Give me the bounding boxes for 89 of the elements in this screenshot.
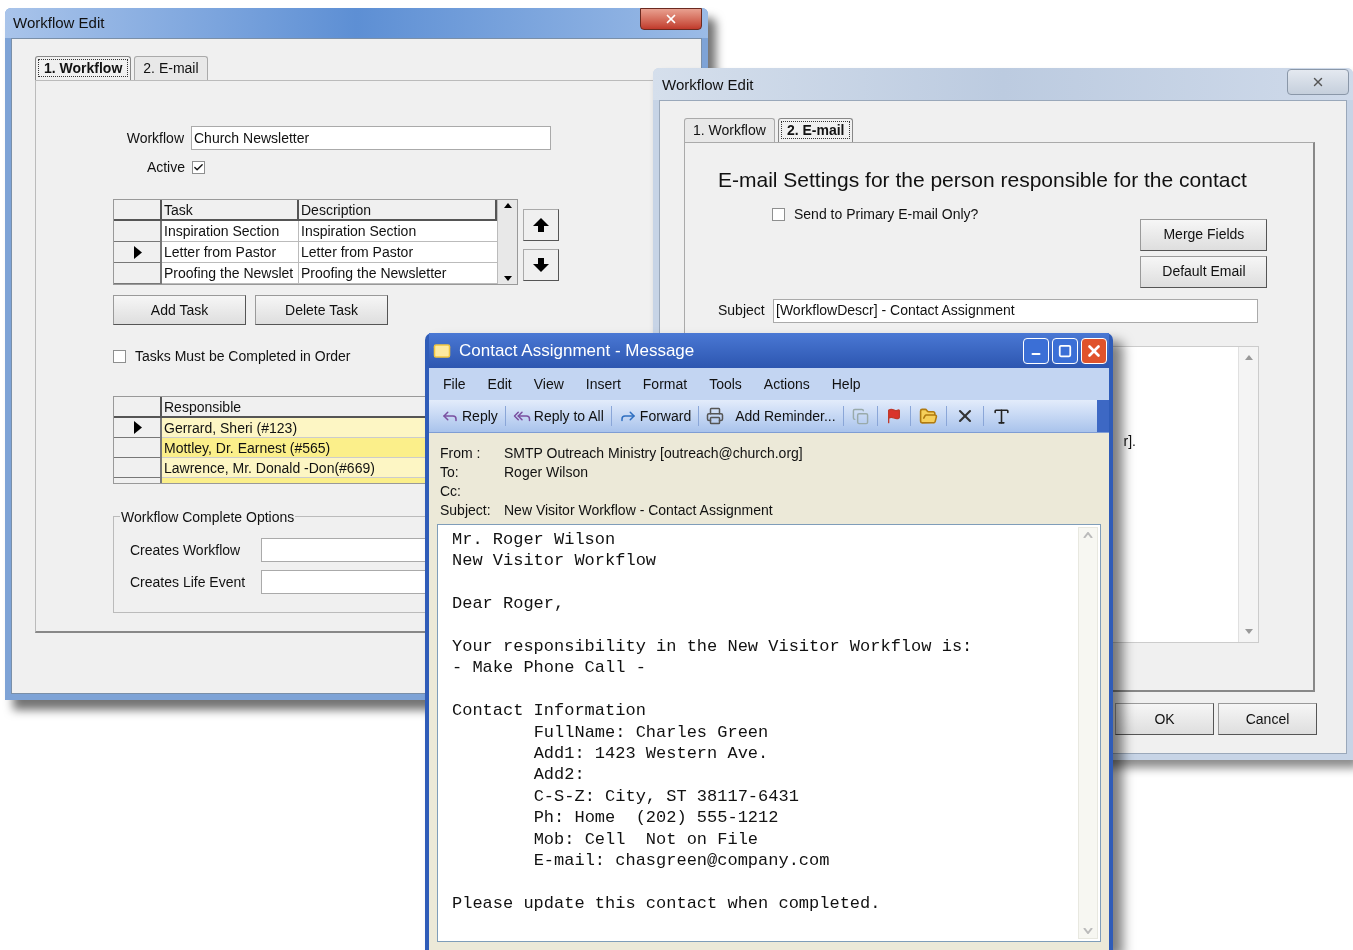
scroll-up-icon (1083, 532, 1093, 538)
folder-icon (918, 406, 938, 426)
copy-icon (851, 407, 869, 425)
scroll-up-icon (503, 203, 512, 208)
table-cell: Inspiration Section (299, 221, 497, 242)
message-line: C-S-Z: City, ST 38117-6431 (532, 785, 799, 808)
font-icon (991, 406, 1011, 426)
menu-item[interactable]: File (443, 373, 466, 395)
arrow-down-icon (532, 257, 550, 273)
message-line: E-mail: chasgreen@company.com (532, 850, 830, 872)
dialog-button[interactable]: Cancel (1218, 703, 1317, 735)
subject-field[interactable]: [WorkflowDescr] - Contact Assignment (773, 298, 1258, 323)
arrow-up-icon (532, 217, 550, 233)
grid-button[interactable]: Delete Task (255, 295, 388, 325)
window-title: Contact Assignment - Message (459, 339, 695, 362)
current-row-icon (132, 245, 142, 259)
check-icon (193, 161, 204, 173)
toolbar-button[interactable]: Add Reminder... (704, 405, 838, 427)
menu-item[interactable]: Tools (709, 373, 742, 395)
scroll-down-icon (503, 276, 512, 281)
table-cell: Proofing the Newslet (162, 263, 299, 284)
menu-item[interactable]: Insert (585, 373, 621, 395)
workflow-field[interactable]: Church Newsletter (191, 126, 551, 150)
grid-button[interactable]: Add Task (113, 295, 246, 325)
tab[interactable]: 1. Workflow (35, 56, 132, 80)
field-label: Creates Workflow (130, 540, 242, 560)
checkbox-label: Send to Primary E-mail Only? (794, 204, 979, 224)
move-up-button[interactable] (523, 209, 559, 241)
header-label: Subject: (440, 501, 492, 520)
tab[interactable]: 1. Workflow (684, 118, 775, 142)
close-icon (664, 12, 678, 26)
scroll-up-icon (1244, 354, 1253, 360)
flag-icon (885, 408, 902, 424)
message-line: Mr. Roger Wilson (452, 529, 616, 551)
message-line: FullName: Charles Green (532, 721, 769, 743)
message-line: Mob: Cell Not on File (532, 828, 759, 851)
column-header: Task (162, 200, 299, 221)
header-value: New Visitor Workflow - Contact Assignment (504, 501, 773, 520)
checkbox[interactable] (113, 350, 126, 363)
maximize-button[interactable] (1052, 337, 1078, 364)
menu-item[interactable]: Actions (763, 373, 810, 395)
table-cell: Inspiration Section (162, 221, 299, 242)
table-cell: Letter from Pastor (162, 242, 299, 263)
menu-item[interactable]: View (533, 373, 564, 395)
message-line: Dear Roger, (452, 593, 565, 615)
row-header (114, 200, 162, 221)
current-row-icon (132, 421, 142, 434)
column-header: Description (299, 200, 497, 221)
scroll-down-icon (1244, 628, 1253, 634)
menu-item[interactable]: Edit (487, 373, 512, 395)
field-label: Creates Life Event (130, 572, 247, 592)
message-line: Contact Information (452, 700, 646, 722)
field-label: Subject (718, 301, 766, 320)
minimize-button[interactable] (1023, 337, 1049, 364)
field-label: Active (145, 157, 185, 177)
menu-item[interactable]: Format (642, 373, 688, 395)
move-down-button[interactable] (523, 249, 559, 281)
message-line: - Make Phone Call - (452, 657, 646, 679)
message-line: Add2: (532, 764, 585, 786)
scrollbar[interactable] (497, 200, 517, 284)
message-line: Add1: 1423 Western Ave. (532, 743, 769, 765)
menu-item[interactable]: Help (831, 373, 861, 395)
header-label: Cc: (440, 482, 462, 501)
maximize-icon (1058, 343, 1072, 358)
checkbox-label: Tasks Must be Completed in Order (135, 347, 351, 366)
message-line: Please update this contact when completed. (452, 892, 881, 915)
panel-button[interactable]: Default Email (1140, 255, 1268, 288)
checkbox[interactable] (192, 160, 205, 174)
table-cell: Proofing the Newsletter (299, 263, 497, 284)
message-line: Your responsibility in the New Visitor Workflow is: (452, 636, 973, 658)
window-title: Workflow Edit (13, 12, 105, 33)
close-button[interactable] (640, 8, 702, 30)
checkbox[interactable] (772, 207, 785, 221)
tab[interactable]: 2. E-mail (134, 56, 208, 80)
toolbar-button[interactable]: Forward (616, 405, 694, 427)
field-label: Workflow (125, 128, 184, 148)
close-icon (1311, 75, 1325, 89)
text-fragment: r]. (1123, 431, 1136, 449)
scroll-down-icon (1083, 928, 1093, 934)
message-line: New Visitor Workflow (452, 550, 657, 572)
message-line: Ph: Home (202) 555-1212 (532, 807, 779, 829)
window-title: Workflow Edit (662, 75, 754, 96)
table-cell: Letter from Pastor (299, 242, 497, 263)
panel-heading: E-mail Settings for the person responsible for the contact (718, 167, 1248, 193)
scrollbar[interactable] (1238, 346, 1258, 642)
tab[interactable]: 2. E-mail (777, 118, 854, 142)
dialog-button[interactable]: OK (1115, 703, 1214, 735)
panel-button[interactable]: Merge Fields (1140, 218, 1268, 251)
printer-icon (706, 407, 725, 425)
